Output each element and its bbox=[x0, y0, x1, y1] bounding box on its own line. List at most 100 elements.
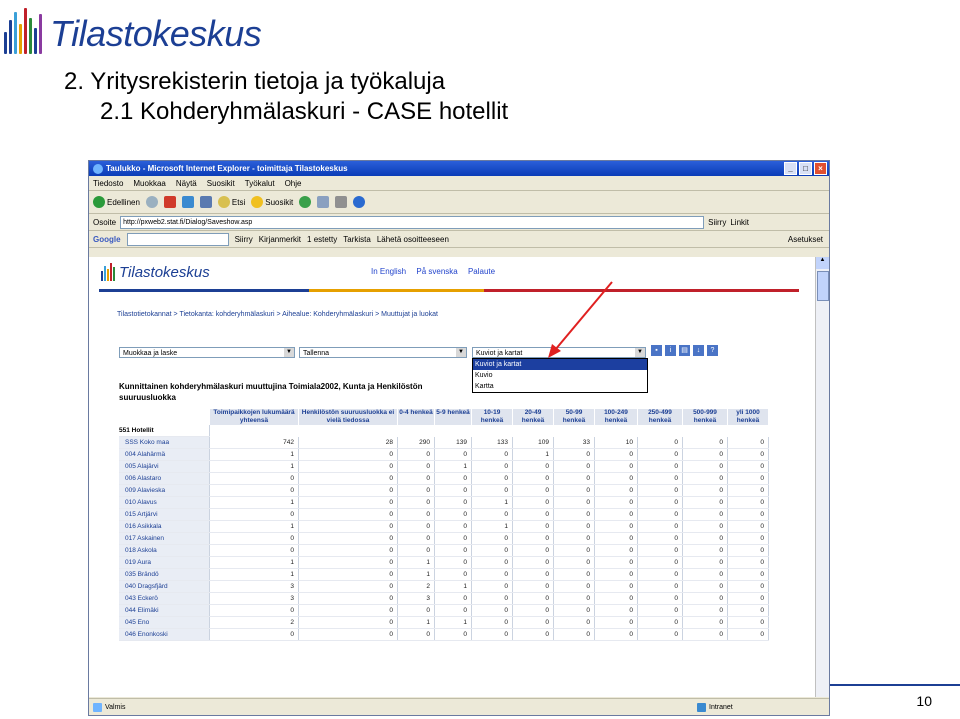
breadcrumb[interactable]: Tilastotietokannat > Tietokanta: kohdery… bbox=[117, 311, 438, 318]
link-swedish[interactable]: På svenska bbox=[416, 267, 457, 276]
dropdown-option-charts[interactable]: Kuviot ja kartat bbox=[473, 359, 647, 370]
table-cell: 0 bbox=[397, 520, 435, 533]
chevron-down-icon: ▼ bbox=[284, 348, 294, 357]
links-label[interactable]: Linkit bbox=[730, 218, 749, 227]
status-bar: Valmis Intranet bbox=[89, 698, 829, 715]
table-cell: 0 bbox=[298, 604, 398, 617]
close-button[interactable]: × bbox=[814, 162, 827, 175]
table-cell: 0 bbox=[637, 436, 683, 449]
table-cell: 0 bbox=[727, 580, 769, 593]
table-cell: 0 bbox=[553, 580, 595, 593]
table-cell: 0 bbox=[397, 544, 435, 557]
table-cell: 0 bbox=[512, 628, 554, 641]
table-row: 009 Alavieska 0 0 0 0 0 0 0 0 0 0 0 bbox=[119, 484, 769, 497]
print-icon[interactable] bbox=[335, 196, 348, 208]
menu-file[interactable]: Tiedosto bbox=[93, 179, 123, 188]
dropdown-option-chart[interactable]: Kuvio bbox=[473, 370, 647, 381]
select-charts[interactable]: Kuviot ja kartat ▼ bbox=[472, 347, 646, 358]
table-row: 017 Askainen 0 0 0 0 0 0 0 0 0 0 0 bbox=[119, 532, 769, 545]
history-icon[interactable] bbox=[299, 196, 312, 208]
minimize-button[interactable]: _ bbox=[784, 162, 797, 175]
select-edit[interactable]: Muokkaa ja laske ▼ bbox=[119, 347, 295, 358]
table-cell: 0 bbox=[209, 484, 299, 497]
help-icon[interactable]: ? bbox=[707, 345, 718, 356]
table-cell: 0 bbox=[298, 496, 398, 509]
select-save[interactable]: Tallenna ▼ bbox=[299, 347, 467, 358]
window-title: Taulukko - Microsoft Internet Explorer -… bbox=[106, 164, 348, 173]
google-search-input[interactable] bbox=[126, 232, 229, 246]
link-feedback[interactable]: Palaute bbox=[468, 267, 495, 276]
menu-view[interactable]: Näytä bbox=[176, 179, 197, 188]
back-button[interactable]: Edellinen bbox=[93, 196, 140, 208]
table-cell: 1 bbox=[471, 520, 513, 533]
table-cell: 0 bbox=[512, 496, 554, 509]
table-cell: 0 bbox=[298, 460, 398, 473]
scroll-thumb[interactable] bbox=[817, 271, 829, 301]
table-cell: 0 bbox=[298, 556, 398, 569]
stop-square-icon[interactable]: ▪ bbox=[651, 345, 662, 356]
column-header: 250-499 henkeä bbox=[637, 409, 683, 425]
table-cell: 0 bbox=[637, 580, 683, 593]
messenger-icon[interactable] bbox=[353, 196, 366, 208]
table-cell: 2 bbox=[209, 616, 299, 629]
table-cell: 0 bbox=[471, 544, 513, 557]
table-cell: 0 bbox=[727, 628, 769, 641]
select-charts-value: Kuviot ja kartat bbox=[476, 350, 523, 357]
table-row: 046 Enonkoski 0 0 0 0 0 0 0 0 0 0 0 bbox=[119, 628, 769, 641]
google-go-button[interactable]: Siirry bbox=[235, 235, 253, 244]
menu-help[interactable]: Ohje bbox=[285, 179, 302, 188]
table-cell: 0 bbox=[397, 484, 435, 497]
favorites-button[interactable]: Suosikit bbox=[251, 196, 293, 208]
menu-favorites[interactable]: Suosikit bbox=[207, 179, 235, 188]
address-input[interactable]: http://pxweb2.stat.fi/Dialog/Saveshow.as… bbox=[120, 215, 705, 229]
table-cell: 0 bbox=[553, 568, 595, 581]
table-cell: 0 bbox=[298, 508, 398, 521]
menu-edit[interactable]: Muokkaa bbox=[133, 179, 165, 188]
google-settings[interactable]: Asetukset bbox=[788, 235, 823, 244]
table-cell: 0 bbox=[434, 628, 472, 641]
table-cell: 0 bbox=[209, 472, 299, 485]
popup-blocked[interactable]: 1 estetty bbox=[307, 235, 337, 244]
go-button[interactable]: Siirry bbox=[708, 218, 726, 227]
group-row: 551 Hotellit bbox=[119, 425, 769, 437]
scroll-up-icon[interactable]: ▲ bbox=[816, 257, 829, 269]
table-cell: 0 bbox=[471, 508, 513, 521]
dropdown-option-map[interactable]: Kartta bbox=[473, 381, 647, 392]
column-header: 10-19 henkeä bbox=[471, 409, 513, 425]
table-row: 045 Eno 2 0 1 1 0 0 0 0 0 0 0 bbox=[119, 616, 769, 629]
menu-tools[interactable]: Työkalut bbox=[245, 179, 275, 188]
table-cell: 139 bbox=[434, 436, 472, 449]
info-icon[interactable]: i bbox=[665, 345, 676, 356]
table-cell: 0 bbox=[553, 448, 595, 461]
table-cell: 0 bbox=[512, 604, 554, 617]
back-arrow-icon bbox=[93, 196, 105, 208]
row-label: 015 Artjärvi bbox=[119, 508, 210, 521]
mail-icon[interactable] bbox=[317, 196, 330, 208]
table-cell: 0 bbox=[471, 628, 513, 641]
table-cell: 0 bbox=[727, 532, 769, 545]
vertical-scrollbar[interactable]: ▲ bbox=[815, 257, 829, 697]
table-cell: 0 bbox=[471, 616, 513, 629]
stop-icon[interactable] bbox=[163, 196, 176, 208]
slide-logo: Tilastokeskus bbox=[4, 6, 262, 54]
table-cell: 0 bbox=[594, 580, 638, 593]
search-button[interactable]: Etsi bbox=[217, 196, 245, 208]
home-icon[interactable] bbox=[199, 196, 212, 208]
refresh-icon[interactable] bbox=[181, 196, 194, 208]
google-check[interactable]: Tarkista bbox=[343, 235, 371, 244]
link-english[interactable]: In English bbox=[371, 267, 406, 276]
table-cell: 0 bbox=[512, 460, 554, 473]
table-cell: 0 bbox=[637, 604, 683, 617]
table-icon[interactable]: ▤ bbox=[679, 345, 690, 356]
table-cell: 0 bbox=[471, 460, 513, 473]
table-cell: 0 bbox=[434, 520, 472, 533]
google-bookmarks[interactable]: Kirjanmerkit bbox=[259, 235, 301, 244]
table-cell: 0 bbox=[682, 484, 728, 497]
google-send[interactable]: Lähetä osoitteeseen bbox=[377, 235, 449, 244]
table-cell: 0 bbox=[209, 628, 299, 641]
maximize-button[interactable]: □ bbox=[799, 162, 812, 175]
table-cell: 0 bbox=[682, 508, 728, 521]
download-icon[interactable]: ↓ bbox=[693, 345, 704, 356]
table-cell: 0 bbox=[727, 496, 769, 509]
forward-arrow-icon[interactable] bbox=[145, 196, 158, 208]
